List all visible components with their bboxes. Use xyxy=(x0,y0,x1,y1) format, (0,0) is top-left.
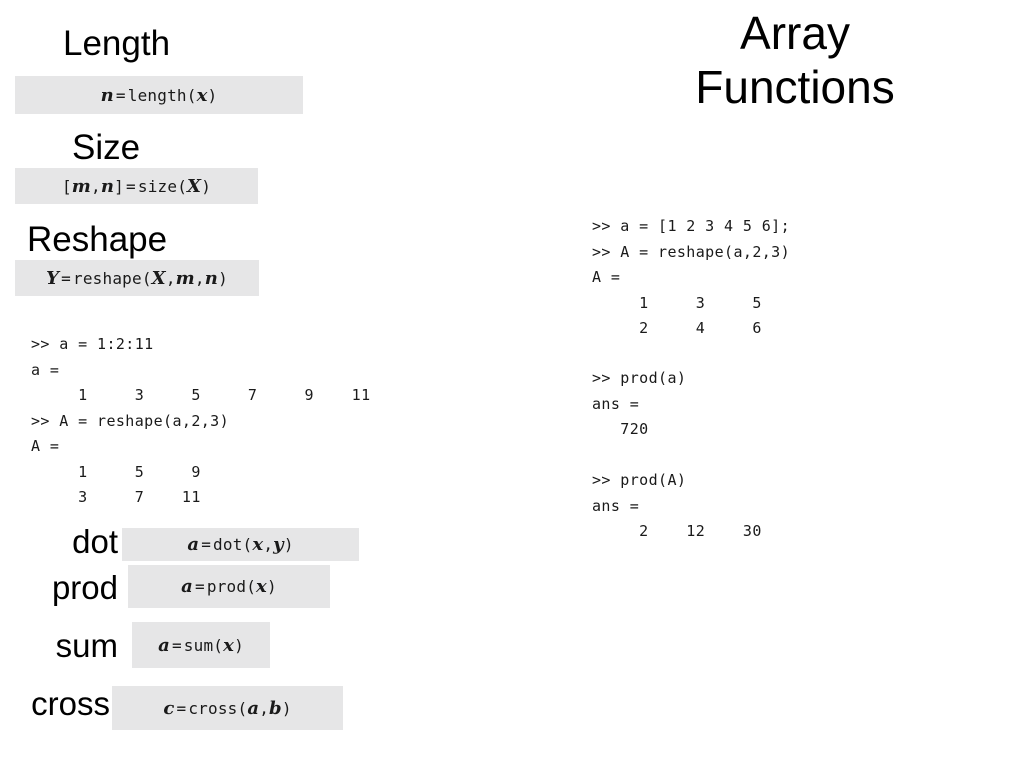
equation-sum: a = sum(x) xyxy=(158,635,244,656)
equation-size-lhs-m: m xyxy=(71,175,92,197)
equation-plate-dot: a = dot(x,y) xyxy=(122,528,359,561)
equation-reshape-lhs: Y xyxy=(46,267,60,289)
right-console-block-1: >> a = [1 2 3 4 5 6]; >> A = reshape(a,2… xyxy=(592,214,790,342)
equation-prod-fn: prod( xyxy=(206,577,257,596)
equation-length-arg: x xyxy=(196,84,208,106)
equation-length-equals: = xyxy=(115,85,126,105)
equation-size-lhs-n: n xyxy=(100,175,115,197)
equation-prod-close: ) xyxy=(266,577,277,596)
section-heading-length: Length xyxy=(63,24,171,63)
equation-sum-fn: sum( xyxy=(183,635,224,655)
equation-plate-length: n = length(x) xyxy=(15,76,303,114)
right-console-block-3: >> prod(A) ans = 2 12 30 xyxy=(592,468,762,545)
equation-plate-reshape: Y = reshape(X,m,n) xyxy=(15,260,259,296)
equation-cross-arg2: b xyxy=(269,697,282,719)
function-label-cross: cross xyxy=(31,685,110,722)
right-console-block-2-text: >> prod(a) ans = 720 xyxy=(592,369,687,438)
right-console-block-1-text: >> a = [1 2 3 4 5 6]; >> A = reshape(a,2… xyxy=(592,217,791,337)
equation-dot-close: ) xyxy=(283,535,294,554)
equation-dot-fn: dot( xyxy=(213,535,253,554)
page-title-line-2: Functions xyxy=(695,61,895,113)
equation-size-close: ) xyxy=(201,176,212,196)
equation-reshape-arg1: X xyxy=(151,267,166,289)
equation-size-comma: , xyxy=(91,176,101,196)
equation-reshape-comma1: , xyxy=(165,268,176,288)
equation-reshape-arg2: m xyxy=(175,267,195,289)
equation-sum-lhs: a xyxy=(158,634,170,656)
equation-cross-lhs: c xyxy=(163,697,175,719)
equation-dot-arg1: x xyxy=(252,534,264,555)
equation-dot-equals: = xyxy=(201,535,212,554)
equation-size: [m,n] = size(X) xyxy=(62,176,211,197)
page-title-line-1: Array xyxy=(740,7,850,59)
section-heading-reshape: Reshape xyxy=(27,220,168,259)
function-label-dot: dot xyxy=(72,523,118,560)
function-label-prod: prod xyxy=(51,569,118,606)
equation-size-bracket-open: [ xyxy=(61,176,72,196)
equation-sum-close: ) xyxy=(234,635,244,655)
equation-cross-arg1: a xyxy=(247,697,260,719)
page-title: Array Functions xyxy=(600,6,990,114)
equation-size-fn: size( xyxy=(137,176,188,196)
equation-dot: a = dot(x,y) xyxy=(187,534,293,555)
equation-prod-arg1: x xyxy=(256,576,267,597)
equation-size-bracket-close: ] xyxy=(114,176,125,196)
equation-length-fn: length( xyxy=(127,85,197,105)
equation-reshape: Y = reshape(X,m,n) xyxy=(46,268,228,289)
equation-cross-close: ) xyxy=(281,698,292,718)
left-console-listing: >> a = 1:2:11 a = 1 3 5 7 9 11 >> A = re… xyxy=(31,332,371,511)
equation-cross: c = cross(a,b) xyxy=(163,698,291,719)
equation-dot-arg2: y xyxy=(273,534,284,555)
equation-dot-comma: , xyxy=(263,535,274,554)
right-console-block-2: >> prod(a) ans = 720 xyxy=(592,366,686,443)
equation-size-arg: X xyxy=(187,175,202,197)
equation-dot-lhs: a xyxy=(187,534,200,555)
right-console-block-3-text: >> prod(A) ans = 2 12 30 xyxy=(592,471,762,540)
equation-cross-fn: cross( xyxy=(188,698,248,718)
equation-reshape-equals: = xyxy=(61,268,71,288)
equation-reshape-close: ) xyxy=(218,268,228,288)
equation-cross-equals: = xyxy=(176,698,187,718)
equation-reshape-fn: reshape( xyxy=(72,268,152,288)
equation-reshape-arg3: n xyxy=(204,267,219,289)
equation-plate-sum: a = sum(x) xyxy=(132,622,270,668)
equation-reshape-comma2: , xyxy=(194,268,205,288)
equation-prod: a = prod(x) xyxy=(181,576,277,597)
function-label-sum: sum xyxy=(55,627,118,664)
equation-plate-prod: a = prod(x) xyxy=(128,565,330,608)
equation-length-lhs: n xyxy=(100,84,114,106)
slide-canvas: Array Functions Length n = length(x) Size … xyxy=(0,0,1024,768)
section-heading-size: Size xyxy=(72,128,141,167)
equation-sum-arg1: x xyxy=(223,634,235,656)
equation-plate-size: [m,n] = size(X) xyxy=(15,168,258,204)
equation-cross-comma: , xyxy=(259,698,270,718)
equation-prod-equals: = xyxy=(195,577,205,596)
equation-sum-equals: = xyxy=(171,635,182,655)
equation-size-equals: = xyxy=(126,176,136,196)
equation-length: n = length(x) xyxy=(101,85,218,106)
left-console-text: >> a = 1:2:11 a = 1 3 5 7 9 11 >> A = re… xyxy=(31,335,371,506)
equation-prod-lhs: a xyxy=(181,576,194,597)
equation-length-close: ) xyxy=(207,85,218,105)
equation-plate-cross: c = cross(a,b) xyxy=(112,686,343,730)
